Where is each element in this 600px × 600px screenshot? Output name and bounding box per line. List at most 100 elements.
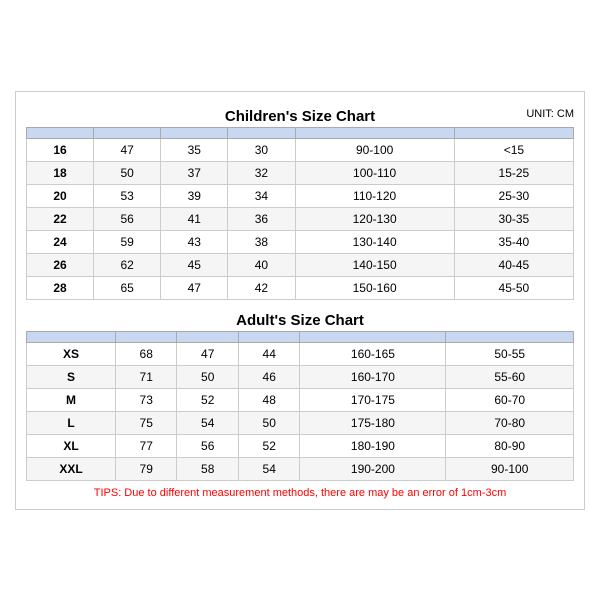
table-cell: 41 [161, 207, 228, 230]
table-cell: 30 [228, 138, 295, 161]
table-row: 24594338130-14035-40 [27, 230, 574, 253]
table-row: XXL795854190-20090-100 [27, 457, 574, 480]
table-cell: 47 [177, 342, 239, 365]
table-cell: 71 [115, 365, 177, 388]
table-cell: 47 [161, 276, 228, 299]
tips-text: TIPS: Due to different measurement metho… [26, 487, 574, 499]
table-cell: 56 [177, 434, 239, 457]
table-cell: 54 [177, 411, 239, 434]
table-cell: 90-100 [446, 457, 574, 480]
table-cell: 75 [115, 411, 177, 434]
table-cell: 160-165 [300, 342, 446, 365]
table-cell: 160-170 [300, 365, 446, 388]
children-size-table: 1647353090-100<1518503732100-11015-25205… [26, 127, 574, 300]
table-cell: 73 [115, 388, 177, 411]
table-cell: 77 [115, 434, 177, 457]
adults-title-text: Adult's Size Chart [236, 312, 364, 329]
table-cell: 59 [94, 230, 161, 253]
table-row: 20533934110-12025-30 [27, 184, 574, 207]
table-cell: 45 [161, 253, 228, 276]
table-cell: 46 [238, 365, 300, 388]
children-col-height [295, 127, 454, 138]
table-row: 28654742150-16045-50 [27, 276, 574, 299]
adults-col-weight [446, 331, 574, 342]
adults-section-title: Adult's Size Chart [26, 306, 574, 331]
adults-header-row [27, 331, 574, 342]
children-col-size [27, 127, 94, 138]
table-cell: 170-175 [300, 388, 446, 411]
table-cell: XXL [27, 457, 116, 480]
table-cell: L [27, 411, 116, 434]
children-col-pant-length [228, 127, 295, 138]
table-cell: 175-180 [300, 411, 446, 434]
adults-size-table: XS684744160-16550-55S715046160-17055-60M… [26, 331, 574, 481]
table-cell: 35 [161, 138, 228, 161]
table-cell: 50 [94, 161, 161, 184]
table-cell: 52 [238, 434, 300, 457]
table-cell: 58 [177, 457, 239, 480]
table-cell: 45-50 [454, 276, 573, 299]
table-cell: 68 [115, 342, 177, 365]
table-cell: 44 [238, 342, 300, 365]
table-cell: 65 [94, 276, 161, 299]
table-cell: 54 [238, 457, 300, 480]
table-row: S715046160-17055-60 [27, 365, 574, 388]
table-cell: 18 [27, 161, 94, 184]
table-cell: 30-35 [454, 207, 573, 230]
table-cell: XS [27, 342, 116, 365]
table-cell: S [27, 365, 116, 388]
adults-col-top-length [115, 331, 177, 342]
unit-label: UNIT: CM [526, 108, 574, 120]
table-cell: 36 [228, 207, 295, 230]
children-section-title: Children's Size Chart UNIT: CM [26, 102, 574, 127]
table-cell: 28 [27, 276, 94, 299]
table-cell: 110-120 [295, 184, 454, 207]
table-cell: 70-80 [446, 411, 574, 434]
table-cell: 15-25 [454, 161, 573, 184]
table-cell: 43 [161, 230, 228, 253]
table-cell: M [27, 388, 116, 411]
table-row: 26624540140-15040-45 [27, 253, 574, 276]
table-cell: 25-30 [454, 184, 573, 207]
table-row: 18503732100-11015-25 [27, 161, 574, 184]
table-cell: 100-110 [295, 161, 454, 184]
adults-col-size [27, 331, 116, 342]
adults-col-bust-w [177, 331, 239, 342]
table-cell: 80-90 [446, 434, 574, 457]
table-cell: 140-150 [295, 253, 454, 276]
table-cell: 79 [115, 457, 177, 480]
table-row: 1647353090-100<15 [27, 138, 574, 161]
table-cell: 180-190 [300, 434, 446, 457]
table-cell: 52 [177, 388, 239, 411]
table-cell: <15 [454, 138, 573, 161]
table-cell: 55-60 [446, 365, 574, 388]
table-cell: 50-55 [446, 342, 574, 365]
table-cell: 26 [27, 253, 94, 276]
table-cell: 62 [94, 253, 161, 276]
table-row: XS684744160-16550-55 [27, 342, 574, 365]
table-cell: 60-70 [446, 388, 574, 411]
table-cell: 56 [94, 207, 161, 230]
table-cell: 16 [27, 138, 94, 161]
table-row: XL775652180-19080-90 [27, 434, 574, 457]
table-cell: 24 [27, 230, 94, 253]
table-cell: 50 [238, 411, 300, 434]
table-cell: 120-130 [295, 207, 454, 230]
children-col-bust-w [161, 127, 228, 138]
children-header-row [27, 127, 574, 138]
table-cell: 150-160 [295, 276, 454, 299]
size-chart-container: Children's Size Chart UNIT: CM 164735309… [15, 91, 585, 510]
table-cell: 34 [228, 184, 295, 207]
children-title-text: Children's Size Chart [225, 108, 375, 125]
table-cell: 47 [94, 138, 161, 161]
table-row: L755450175-18070-80 [27, 411, 574, 434]
table-cell: 20 [27, 184, 94, 207]
table-cell: 37 [161, 161, 228, 184]
table-cell: 40 [228, 253, 295, 276]
table-cell: 190-200 [300, 457, 446, 480]
table-cell: XL [27, 434, 116, 457]
table-row: 22564136120-13030-35 [27, 207, 574, 230]
table-cell: 35-40 [454, 230, 573, 253]
adults-col-pant-length [238, 331, 300, 342]
table-cell: 130-140 [295, 230, 454, 253]
